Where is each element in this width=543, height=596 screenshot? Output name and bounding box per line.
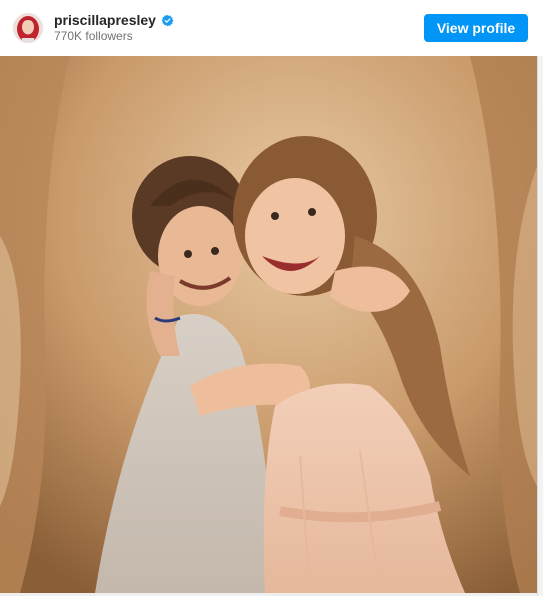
- post-photo[interactable]: [0, 56, 537, 593]
- follower-count: 770K followers: [54, 29, 133, 43]
- instagram-embed: priscillapresley 770K followers View pro…: [0, 0, 543, 596]
- photo-two-girls-hugging: [0, 56, 537, 593]
- verified-badge-icon: [161, 14, 174, 26]
- post-header: priscillapresley 770K followers View pro…: [0, 0, 543, 56]
- view-profile-button[interactable]: View profile: [424, 14, 528, 42]
- username[interactable]: priscillapresley: [54, 11, 156, 29]
- avatar[interactable]: [13, 13, 43, 43]
- avatar-image: [13, 13, 43, 43]
- handle-row: priscillapresley: [54, 11, 174, 29]
- scroll-edge: [537, 56, 543, 596]
